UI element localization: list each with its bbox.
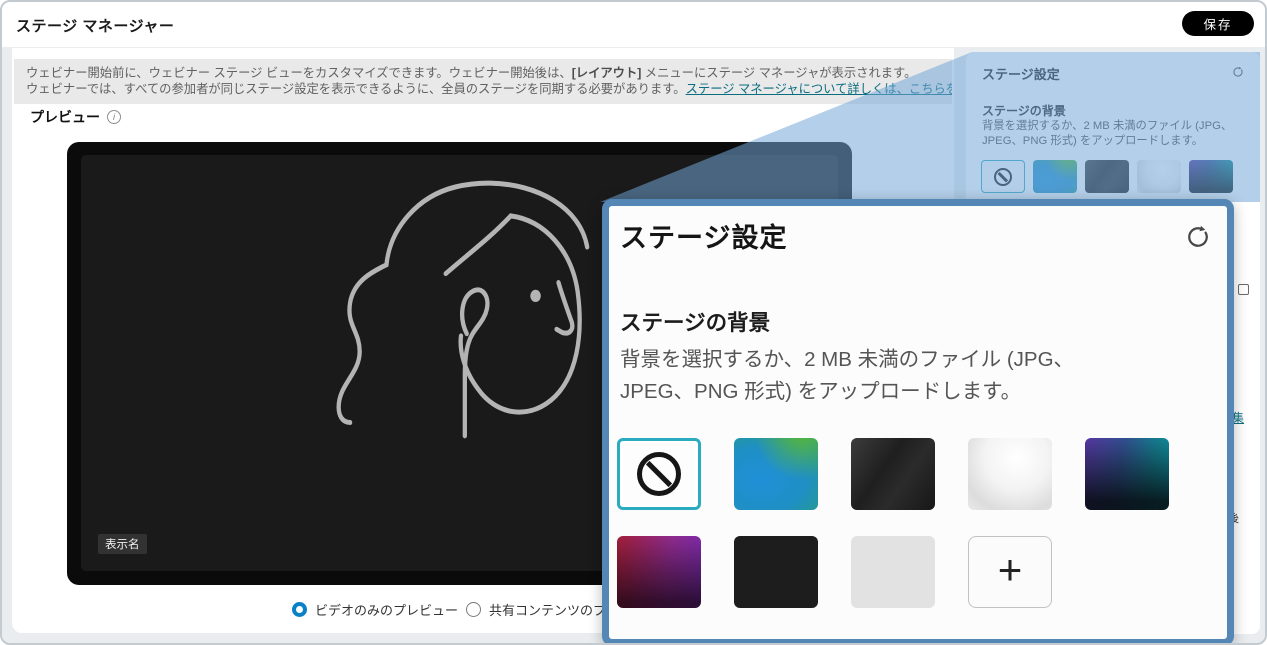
avatar-placeholder-illustration <box>331 167 591 447</box>
no-background-icon <box>994 168 1012 186</box>
plus-icon: + <box>998 549 1023 591</box>
background-option-grad-green-blue[interactable] <box>1033 160 1077 193</box>
refresh-icon[interactable] <box>1183 222 1213 252</box>
banner-line2-text: ウェビナーでは、すべての参加者が同じステージ設定を表示できるように、全員のステー… <box>26 82 686 96</box>
display-name-badge: 表示名 <box>98 534 147 554</box>
header-bar: ステージ マネージャー 保存 <box>2 2 1265 48</box>
sidebar-background-heading: ステージの背景 <box>982 102 1066 119</box>
background-option-dark-waves[interactable] <box>1085 160 1129 193</box>
background-option-gray[interactable] <box>851 536 935 608</box>
radio-video-only-preview[interactable]: ビデオのみのプレビュー <box>292 600 458 619</box>
background-option-none[interactable] <box>617 438 701 510</box>
background-option-light-waves[interactable] <box>1137 160 1181 193</box>
background-option-light-waves[interactable] <box>968 438 1052 510</box>
background-swatch-grid: + <box>617 438 1217 608</box>
preview-section-header: プレビュー i <box>30 107 121 127</box>
background-option-grad-red-purple[interactable] <box>617 536 701 608</box>
callout-background-heading: ステージの背景 <box>620 306 770 337</box>
background-option-grad-purple-teal[interactable] <box>1085 438 1169 510</box>
sidebar-background-description: 背景を選択するか、2 MB 未満のファイル (JPG、 JPEG、PNG 形式)… <box>982 119 1246 149</box>
info-icon[interactable]: i <box>107 110 121 124</box>
callout-background-description: 背景を選択するか、2 MB 未満のファイル (JPG、 JPEG、PNG 形式)… <box>620 344 1210 408</box>
banner-line1-bold: [レイアウト] <box>572 66 642 80</box>
background-option-black[interactable] <box>734 536 818 608</box>
stage-settings-magnified-callout: ステージ設定 ステージの背景 背景を選択するか、2 MB 未満のファイル (JP… <box>602 199 1234 645</box>
radio-selected-icon[interactable] <box>292 602 307 617</box>
background-option-grad-green-blue[interactable] <box>734 438 818 510</box>
background-option-grad-purple-teal[interactable] <box>1189 160 1233 193</box>
sidebar-checkbox-fragment[interactable] <box>1238 284 1249 295</box>
save-button[interactable]: 保存 <box>1182 11 1254 36</box>
radio-video-only-label: ビデオのみのプレビュー <box>315 600 458 619</box>
banner-line1-after: メニューにステージ マネージャが表示されます。 <box>641 66 916 80</box>
sidebar-title: ステージ設定 <box>982 64 1060 83</box>
stage-manager-window: ステージ マネージャー 保存 ウェビナー開始前に、ウェビナー ステージ ビューを… <box>0 0 1267 645</box>
background-option-upload[interactable]: + <box>968 536 1052 608</box>
background-option-none[interactable] <box>981 160 1025 193</box>
background-swatch-row-small <box>981 160 1233 193</box>
page-title: ステージ マネージャー <box>16 15 174 36</box>
banner-line1-text: ウェビナー開始前に、ウェビナー ステージ ビューをカスタマイズできます。ウェビナ… <box>26 66 572 80</box>
info-banner: ウェビナー開始前に、ウェビナー ステージ ビューをカスタマイズできます。ウェビナ… <box>14 59 952 104</box>
no-background-icon <box>637 452 681 496</box>
callout-title: ステージ設定 <box>620 216 787 255</box>
radio-unselected-icon[interactable] <box>466 602 481 617</box>
background-option-dark-waves[interactable] <box>851 438 935 510</box>
stage-manager-help-link[interactable]: ステージ マネージャについて詳しくは、こちらをご覧ください。 <box>686 82 952 96</box>
refresh-icon[interactable] <box>1231 65 1245 79</box>
preview-label: プレビュー <box>30 107 100 127</box>
